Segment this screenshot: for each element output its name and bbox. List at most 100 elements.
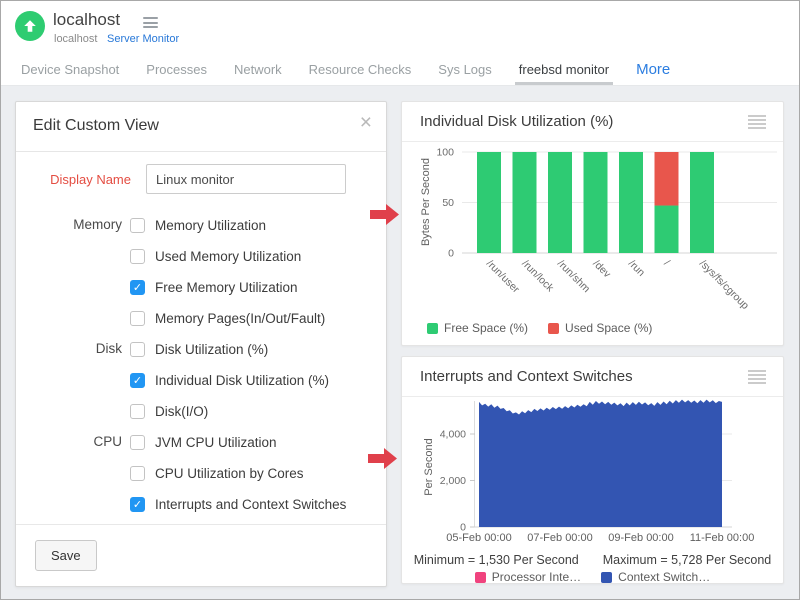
checkbox-unchecked-icon[interactable] <box>130 466 145 481</box>
red-arrow-icon <box>370 203 400 226</box>
checkbox-checked-icon[interactable]: ✓ <box>130 497 145 512</box>
checkbox-row-jvm-cpu-utilization[interactable]: JVM CPU Utilization <box>130 427 346 458</box>
svg-text:/sys/fs/cgroup: /sys/fs/cgroup <box>697 258 751 312</box>
checkbox-unchecked-icon[interactable] <box>130 218 145 233</box>
checkbox-unchecked-icon[interactable] <box>130 342 145 357</box>
checkbox-unchecked-icon[interactable] <box>130 404 145 419</box>
disk-utilization-chart: 050100/run/user/run/lock/run/shm/dev/run… <box>402 142 785 314</box>
checkbox-label: Interrupts and Context Switches <box>155 497 346 512</box>
interrupts-chart-title: Interrupts and Context Switches <box>420 368 633 385</box>
svg-text:0: 0 <box>448 248 454 260</box>
checkbox-label: Memory Pages(In/Out/Fault) <box>155 311 325 326</box>
chart-menu-icon[interactable] <box>748 370 766 386</box>
svg-text:/run: /run <box>626 258 647 279</box>
disk-utilization-card: Individual Disk Utilization (%) 0 50 100/r… <box>401 101 784 346</box>
checkbox-label: Free Memory Utilization <box>155 280 298 295</box>
group-label-cpu: CPU <box>16 427 122 520</box>
svg-text:05-Feb 00:00: 05-Feb 00:00 <box>446 532 511 544</box>
disk-chart-title: Individual Disk Utilization (%) <box>420 113 613 130</box>
display-name-label: Display Name <box>16 172 131 187</box>
legend-label: Free Space (%) <box>444 321 528 335</box>
interrupts-card: Interrupts and Context Switches 02,0004,… <box>401 356 784 584</box>
modal-header: Edit Custom View × <box>16 102 386 152</box>
tab-bar: Device Snapshot Processes Network Resource … <box>1 56 799 86</box>
tab-processes[interactable]: Processes <box>142 56 211 85</box>
modal-footer: Save <box>16 524 386 586</box>
monitor-status-icon <box>15 11 45 41</box>
checkbox-row-individual-disk-utilization-[interactable]: ✓ Individual Disk Utilization (%) <box>130 365 329 396</box>
display-name-input[interactable] <box>146 164 346 194</box>
disk-chart-legend: Free Space (%) Used Space (%) <box>427 321 783 335</box>
legend-label: Context Switch… <box>618 570 710 584</box>
tab-device-snapshot[interactable]: Device Snapshot <box>17 56 123 85</box>
close-icon[interactable]: × <box>360 112 372 133</box>
checkbox-label: Disk(I/O) <box>155 404 208 419</box>
edit-custom-view-modal: Edit Custom View × Display Name Memory Me… <box>15 101 387 587</box>
checkbox-row-free-memory-utilization[interactable]: ✓ Free Memory Utilization <box>130 272 325 303</box>
tab-sys-logs[interactable]: Sys Logs <box>434 56 495 85</box>
checkbox-label: Disk Utilization (%) <box>155 342 268 357</box>
svg-text:/run/shm: /run/shm <box>555 258 593 296</box>
svg-text:09-Feb 00:00: 09-Feb 00:00 <box>608 532 673 544</box>
checkbox-unchecked-icon[interactable] <box>130 311 145 326</box>
checkbox-row-memory-utilization[interactable]: Memory Utilization <box>130 210 325 241</box>
modal-title: Edit Custom View <box>33 117 159 135</box>
svg-text:/: / <box>661 258 672 269</box>
page-title: localhost <box>53 10 120 30</box>
server-monitor-screen: localhost localhost Server Monitor Devic… <box>0 0 800 600</box>
group-label-disk: Disk <box>16 334 122 427</box>
checkbox-row-disk-i-o-[interactable]: Disk(I/O) <box>130 396 329 427</box>
svg-text:11-Feb 00:00: 11-Feb 00:00 <box>690 532 755 544</box>
checkbox-row-used-memory-utilization[interactable]: Used Memory Utilization <box>130 241 325 272</box>
legend-item[interactable]: Context Switch… <box>601 570 710 584</box>
checkbox-checked-icon[interactable]: ✓ <box>130 373 145 388</box>
svg-text:/run/user: /run/user <box>484 258 522 296</box>
min-max-row: Minimum = 1,530 Per Second Maximum = 5,7… <box>402 553 783 567</box>
maximum-value: Maximum = 5,728 Per Second <box>603 553 772 567</box>
tab-network[interactable]: Network <box>230 56 286 85</box>
checkbox-row-memory-pages-in-out-fault-[interactable]: Memory Pages(In/Out/Fault) <box>130 303 325 334</box>
checkbox-label: Memory Utilization <box>155 218 266 233</box>
save-button[interactable]: Save <box>35 540 97 571</box>
card-header: Individual Disk Utilization (%) <box>402 102 783 142</box>
checkbox-row-cpu-utilization-by-cores[interactable]: CPU Utilization by Cores <box>130 458 346 489</box>
legend-item[interactable]: Free Space (%) <box>427 321 528 335</box>
checkbox-label: JVM CPU Utilization <box>155 435 277 450</box>
legend-swatch <box>427 323 438 334</box>
display-name-row: Display Name <box>16 164 386 194</box>
svg-text:Per Second: Per Second <box>423 438 435 495</box>
legend-item[interactable]: Used Space (%) <box>548 321 652 335</box>
svg-text:2,000: 2,000 <box>440 475 466 487</box>
title-menu-icon[interactable] <box>143 17 158 31</box>
legend-item[interactable]: Processor Inte… <box>475 570 581 584</box>
checkbox-label: Used Memory Utilization <box>155 249 301 264</box>
svg-text:50: 50 <box>442 197 454 209</box>
interrupts-chart-legend: Processor Inte… Context Switch… <box>402 570 783 584</box>
checkbox-unchecked-icon[interactable] <box>130 435 145 450</box>
checkbox-label: Individual Disk Utilization (%) <box>155 373 329 388</box>
tab-more[interactable]: More <box>632 56 674 85</box>
svg-text:100: 100 <box>436 147 454 159</box>
checkbox-row-interrupts-and-context-switches[interactable]: ✓ Interrupts and Context Switches <box>130 489 346 520</box>
red-arrow-icon <box>368 447 398 470</box>
interrupts-chart: 02,0004,00005-Feb 00:0007-Feb 00:0009-Fe… <box>402 397 785 547</box>
svg-text:4,000: 4,000 <box>440 429 466 441</box>
svg-text:/run/lock: /run/lock <box>519 258 556 295</box>
checkbox-label: CPU Utilization by Cores <box>155 466 304 481</box>
tab-resource-checks[interactable]: Resource Checks <box>305 56 416 85</box>
card-header: Interrupts and Context Switches <box>402 357 783 397</box>
legend-label: Used Space (%) <box>565 321 652 335</box>
checkbox-checked-icon[interactable]: ✓ <box>130 280 145 295</box>
tab-freebsd-monitor[interactable]: freebsd monitor <box>515 56 613 85</box>
group-label-memory: Memory <box>16 210 122 334</box>
legend-swatch <box>601 572 612 583</box>
up-arrow-icon <box>22 18 38 34</box>
checkbox-unchecked-icon[interactable] <box>130 249 145 264</box>
checkbox-row-disk-utilization-[interactable]: Disk Utilization (%) <box>130 334 329 365</box>
content-area: Edit Custom View × Display Name Memory Me… <box>1 86 799 600</box>
svg-text:07-Feb 00:00: 07-Feb 00:00 <box>527 532 592 544</box>
legend-swatch <box>548 323 559 334</box>
breadcrumb-server-monitor-link[interactable]: Server Monitor <box>107 33 179 45</box>
chart-menu-icon[interactable] <box>748 115 766 131</box>
svg-text:Bytes Per Second: Bytes Per Second <box>420 158 432 246</box>
